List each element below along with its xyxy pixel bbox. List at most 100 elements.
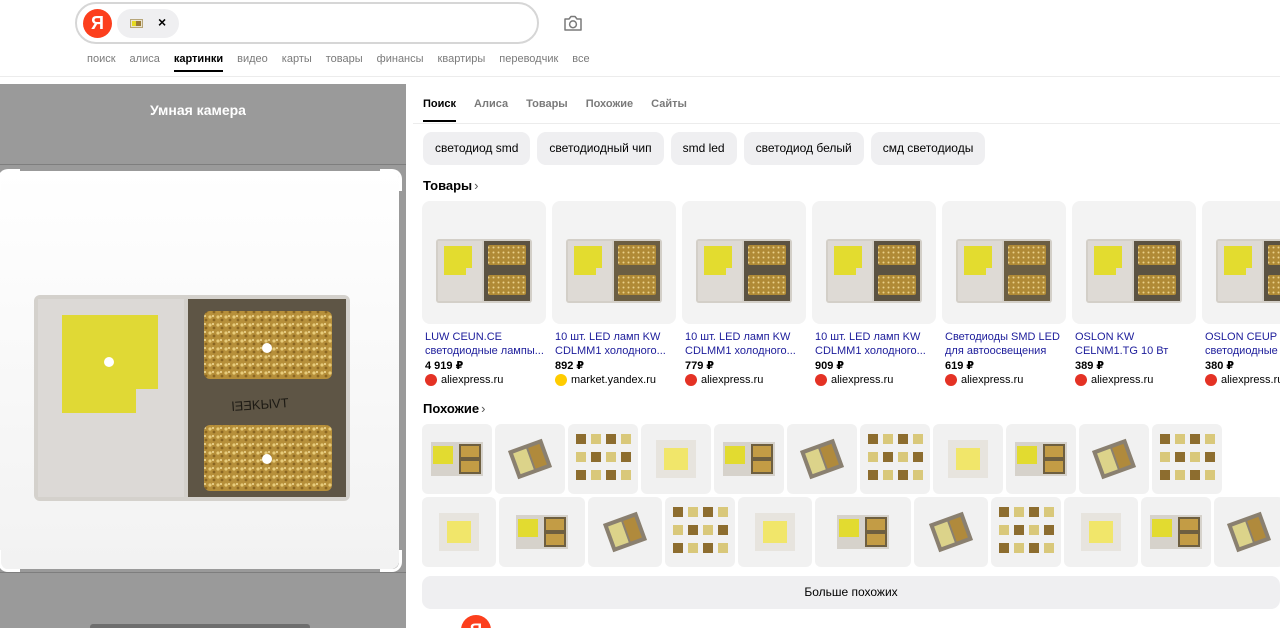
tab-finance[interactable]: финансы: [377, 53, 424, 71]
products-heading[interactable]: Товары ›: [423, 178, 479, 193]
product-title[interactable]: 10 шт. LED ламп KW CDLMM1 холодного...: [552, 330, 676, 358]
similar-image[interactable]: [1214, 497, 1280, 567]
similar-heading[interactable]: Похожие ›: [423, 401, 485, 416]
query-suggestions: светодиод smd светодиодный чип smd led с…: [423, 132, 992, 165]
tab-goods-results[interactable]: Товары: [526, 98, 568, 110]
search-image-chip[interactable]: ×: [117, 9, 179, 38]
product-card[interactable]: OSLON CEUP S светодиодные л... 380 ₽ aliex…: [1202, 201, 1280, 386]
similar-image[interactable]: [1152, 424, 1222, 494]
product-image[interactable]: [422, 201, 546, 324]
results-panel: Поиск Алиса Товары Похожие Сайты светоди…: [413, 84, 1280, 628]
product-image[interactable]: [1202, 201, 1280, 324]
product-image[interactable]: [1072, 201, 1196, 324]
search-box[interactable]: Я ×: [75, 2, 539, 44]
crop-handle-bottom-left[interactable]: [0, 550, 20, 572]
product-image[interactable]: [942, 201, 1066, 324]
service-tabs: поиск алиса картинки видео карты товары …: [87, 53, 604, 72]
product-card[interactable]: Светодиоды SMD LED для автоосвещения 619 …: [942, 201, 1066, 386]
product-card[interactable]: 10 шт. LED ламп KW CDLMM1 холодного... 90…: [812, 201, 936, 386]
smart-camera-panel: Умная камера lƎƎKЫVT: [0, 84, 406, 628]
product-source[interactable]: aliexpress.ru: [422, 374, 546, 386]
led-chip-image: lƎƎKЫVT: [0, 171, 399, 569]
tab-alice-results[interactable]: Алиса: [474, 98, 508, 110]
panel-drag-handle[interactable]: [90, 624, 310, 628]
tab-sites-results[interactable]: Сайты: [651, 98, 687, 110]
yandex-logo[interactable]: Я: [461, 615, 491, 628]
close-icon[interactable]: ×: [158, 14, 166, 30]
similar-image[interactable]: [1079, 424, 1149, 494]
tab-similar-results[interactable]: Похожие: [586, 98, 633, 110]
product-source[interactable]: aliexpress.ru: [682, 374, 806, 386]
tab-translator[interactable]: переводчик: [499, 53, 558, 71]
product-card[interactable]: LUW CEUN.CE светодиодные лампы... 4 919 ₽…: [422, 201, 546, 386]
similar-image[interactable]: [422, 424, 492, 494]
product-source[interactable]: aliexpress.ru: [942, 374, 1066, 386]
tab-search-results[interactable]: Поиск: [423, 98, 457, 122]
similar-title: Похожие: [423, 401, 480, 416]
crop-handle-bottom-right[interactable]: [380, 550, 402, 572]
more-similar-button[interactable]: Больше похожих: [422, 576, 1280, 609]
similar-image[interactable]: [1141, 497, 1211, 567]
product-source[interactable]: aliexpress.ru: [1072, 374, 1196, 386]
tab-search[interactable]: поиск: [87, 53, 116, 71]
crop-handle-top-left[interactable]: [0, 169, 20, 191]
tab-alice[interactable]: алиса: [130, 53, 160, 71]
product-title[interactable]: OSLON CEUP S светодиодные л...: [1202, 330, 1280, 358]
product-title[interactable]: OSLON KW CELNM1.TG 10 Вт светодиодные...: [1072, 330, 1196, 358]
store-name: market.yandex.ru: [571, 374, 656, 386]
query-image[interactable]: lƎƎKЫVT: [0, 171, 399, 569]
divider: [0, 572, 406, 573]
product-source[interactable]: market.yandex.ru: [552, 374, 676, 386]
product-image[interactable]: [812, 201, 936, 324]
similar-image[interactable]: [738, 497, 812, 567]
product-title[interactable]: 10 шт. LED ламп KW CDLMM1 холодного...: [812, 330, 936, 358]
similar-image[interactable]: [787, 424, 857, 494]
similar-image[interactable]: [588, 497, 662, 567]
product-source[interactable]: aliexpress.ru: [1202, 374, 1280, 386]
similar-image[interactable]: [422, 497, 496, 567]
yandex-logo[interactable]: Я: [83, 9, 112, 38]
suggestion-pill[interactable]: смд светодиоды: [870, 132, 986, 165]
product-price: 4 919 ₽: [425, 360, 464, 372]
suggestion-pill[interactable]: светодиод белый: [743, 132, 864, 165]
suggestion-pill[interactable]: светодиодный чип: [537, 132, 664, 165]
similar-image[interactable]: [641, 424, 711, 494]
similar-image[interactable]: [714, 424, 784, 494]
tab-video[interactable]: видео: [237, 53, 268, 71]
similar-image[interactable]: [1006, 424, 1076, 494]
product-card[interactable]: 10 шт. LED ламп KW CDLMM1 холодного... 89…: [552, 201, 676, 386]
camera-icon[interactable]: [562, 12, 584, 34]
similar-image[interactable]: [815, 497, 911, 567]
similar-image[interactable]: [914, 497, 988, 567]
similar-image[interactable]: [991, 497, 1061, 567]
tab-maps[interactable]: карты: [282, 53, 312, 71]
product-title[interactable]: 10 шт. LED ламп KW CDLMM1 холодного...: [682, 330, 806, 358]
product-image[interactable]: [552, 201, 676, 324]
tab-images[interactable]: картинки: [173, 53, 224, 72]
suggestion-pill[interactable]: smd led: [670, 132, 737, 165]
similar-image[interactable]: [499, 497, 585, 567]
crop-handle-top-right[interactable]: [380, 169, 402, 191]
tab-realty[interactable]: квартиры: [438, 53, 486, 71]
product-price: 892 ₽: [555, 360, 585, 372]
suggestion-pill[interactable]: светодиод smd: [423, 132, 531, 165]
similar-image[interactable]: [568, 424, 638, 494]
product-card[interactable]: OSLON KW CELNM1.TG 10 Вт светодиодные...…: [1072, 201, 1196, 386]
similar-image[interactable]: [665, 497, 735, 567]
product-title[interactable]: LUW CEUN.CE светодиодные лампы...: [422, 330, 546, 358]
product-image[interactable]: [682, 201, 806, 324]
product-card[interactable]: 10 шт. LED ламп KW CDLMM1 холодного... 77…: [682, 201, 806, 386]
similar-image[interactable]: [933, 424, 1003, 494]
result-tabs: Поиск Алиса Товары Похожие Сайты: [423, 98, 705, 122]
divider: [0, 164, 406, 165]
image-thumbnail: [130, 19, 143, 28]
store-icon: [425, 374, 437, 386]
tab-goods[interactable]: товары: [326, 53, 363, 71]
similar-image[interactable]: [860, 424, 930, 494]
product-title[interactable]: Светодиоды SMD LED для автоосвещения: [942, 330, 1066, 358]
similar-image[interactable]: [1064, 497, 1138, 567]
tab-all[interactable]: все: [572, 53, 589, 71]
similar-image[interactable]: [495, 424, 565, 494]
store-icon: [945, 374, 957, 386]
product-source[interactable]: aliexpress.ru: [812, 374, 936, 386]
